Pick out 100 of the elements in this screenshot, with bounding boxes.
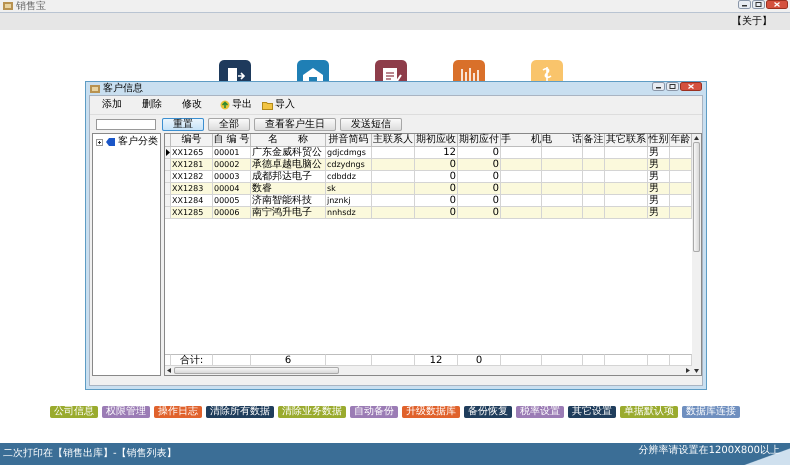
total-label: 合计: <box>180 354 204 366</box>
horizontal-scrollbar[interactable] <box>165 366 692 375</box>
table-cell: cdzydngs <box>327 159 365 170</box>
tag-icon <box>106 138 115 146</box>
search-bar-button[interactable]: 全部 <box>208 118 250 130</box>
table-cell: 济南智能科技 <box>252 195 312 206</box>
column-header[interactable]: 其它联系 <box>605 134 648 147</box>
close-icon[interactable] <box>680 82 702 91</box>
table-cell: XX1284 <box>172 195 204 206</box>
column-header[interactable]: 备注 <box>583 134 605 147</box>
column-header[interactable]: 手 机 <box>501 134 542 147</box>
table-cell: 0 <box>450 171 456 182</box>
column-header[interactable]: 主联系人 <box>372 134 415 147</box>
table-cell: 数睿 <box>252 183 272 194</box>
table-cell: XX1265 <box>172 147 204 158</box>
toolbar-button[interactable]: 导出 <box>216 98 256 112</box>
table-cell: 成都邦达电子 <box>252 171 312 182</box>
minimize-icon[interactable] <box>738 0 751 9</box>
maximize-icon[interactable] <box>666 82 679 91</box>
vertical-scrollbar[interactable] <box>692 134 701 375</box>
search-bar-button[interactable]: 重置 <box>162 118 204 130</box>
function-button[interactable]: 升级数据库 <box>402 406 460 418</box>
table-cell: 00006 <box>214 207 240 218</box>
total-value: 12 <box>430 354 442 366</box>
table-cell: 00002 <box>214 159 240 170</box>
window-title: 销售宝 <box>16 0 46 12</box>
folder-icon <box>262 100 273 110</box>
minimize-icon[interactable] <box>652 82 665 91</box>
table-cell: 男 <box>649 207 659 218</box>
column-header[interactable]: 拼音简码 <box>326 134 372 147</box>
table-cell: XX1285 <box>172 207 204 218</box>
table-cell: 0 <box>450 195 456 206</box>
function-button[interactable]: 其它设置 <box>568 406 616 418</box>
table-cell: XX1282 <box>172 171 204 182</box>
status-text: 分辨率请设置在1200X800以上 <box>638 445 780 457</box>
maximize-icon[interactable] <box>752 0 765 9</box>
dialog-title: 客户信息 <box>103 82 143 94</box>
table-cell: nnhsdz <box>327 207 356 218</box>
table-cell: 男 <box>649 171 659 182</box>
column-header[interactable]: 性别 <box>648 134 670 147</box>
table-cell: 男 <box>649 195 659 206</box>
column-header[interactable]: 期初应收 <box>415 134 458 147</box>
column-header[interactable]: 自 编 号 <box>213 134 251 147</box>
table-cell: 0 <box>450 183 456 194</box>
function-button[interactable]: 税率设置 <box>516 406 564 418</box>
scrollbar-thumb[interactable] <box>693 142 700 252</box>
current-row-icon <box>166 149 170 156</box>
function-button[interactable]: 操作日志 <box>154 406 202 418</box>
function-button[interactable]: 清除所有数据 <box>206 406 274 418</box>
table-cell: 男 <box>649 159 659 170</box>
function-button[interactable]: 备份恢复 <box>464 406 512 418</box>
search-field[interactable] <box>96 118 156 130</box>
table-cell: 0 <box>450 159 456 170</box>
window-icon <box>90 84 100 92</box>
status-text: 二次打印在【销售出库】-【销售列表】 <box>3 448 177 460</box>
search-bar-button[interactable]: 发送短信 <box>340 118 402 130</box>
table-cell: 0 <box>492 195 499 206</box>
row-header[interactable] <box>165 147 171 159</box>
column-header[interactable]: 编号 <box>171 134 213 147</box>
table-cell: cdbddz <box>327 171 356 182</box>
table-cell: 广东金威科贸公 <box>252 147 322 158</box>
table-cell: 00004 <box>214 183 240 194</box>
table-cell: 0 <box>492 207 499 218</box>
table-cell: 0 <box>450 207 456 218</box>
toolbar-button[interactable]: 导入 <box>258 98 299 112</box>
table-cell: 0 <box>492 183 499 194</box>
about-link[interactable]: 【关于】 <box>732 16 772 28</box>
app-icon <box>3 2 13 10</box>
table-cell: 男 <box>649 183 659 194</box>
search-bar-button[interactable]: 查看客户生日 <box>254 118 336 130</box>
table-cell: 12 <box>443 147 456 158</box>
table-cell: 00005 <box>214 195 240 206</box>
table-cell: 0 <box>492 171 499 182</box>
table-cell: 男 <box>649 147 659 158</box>
down-arrow-icon[interactable] <box>694 369 699 373</box>
table-cell: XX1281 <box>172 159 204 170</box>
tree-item[interactable]: 客户分类 <box>118 136 158 148</box>
left-arrow-icon[interactable] <box>167 368 172 373</box>
close-icon[interactable] <box>766 0 788 9</box>
total-value: 0 <box>476 354 482 366</box>
function-button[interactable]: 自动备份 <box>350 406 398 418</box>
column-header[interactable]: 电 话 <box>542 134 583 147</box>
column-header[interactable]: 年龄 <box>670 134 692 147</box>
expand-icon[interactable] <box>96 138 103 146</box>
toolbar-button[interactable]: 删除 <box>136 98 174 112</box>
table-cell: 0 <box>492 147 499 158</box>
toolbar-button[interactable]: 添加 <box>96 98 134 112</box>
total-value: 6 <box>284 354 292 366</box>
table-cell: 0 <box>492 159 499 170</box>
toolbar-button[interactable]: 修改 <box>176 98 214 112</box>
table-cell: jnznkj <box>327 195 350 206</box>
right-arrow-icon[interactable] <box>685 368 690 373</box>
column-header[interactable]: 期初应付 <box>458 134 501 147</box>
up-arrow-icon[interactable] <box>694 136 699 140</box>
column-header[interactable]: 名 称 <box>251 134 326 147</box>
scrollbar-thumb[interactable] <box>174 367 339 374</box>
table-cell: XX1283 <box>172 183 204 194</box>
function-button[interactable]: 权限管理 <box>102 406 150 418</box>
table-cell: sk <box>327 183 336 194</box>
table-cell: 承德卓越电脑公 <box>252 159 322 170</box>
